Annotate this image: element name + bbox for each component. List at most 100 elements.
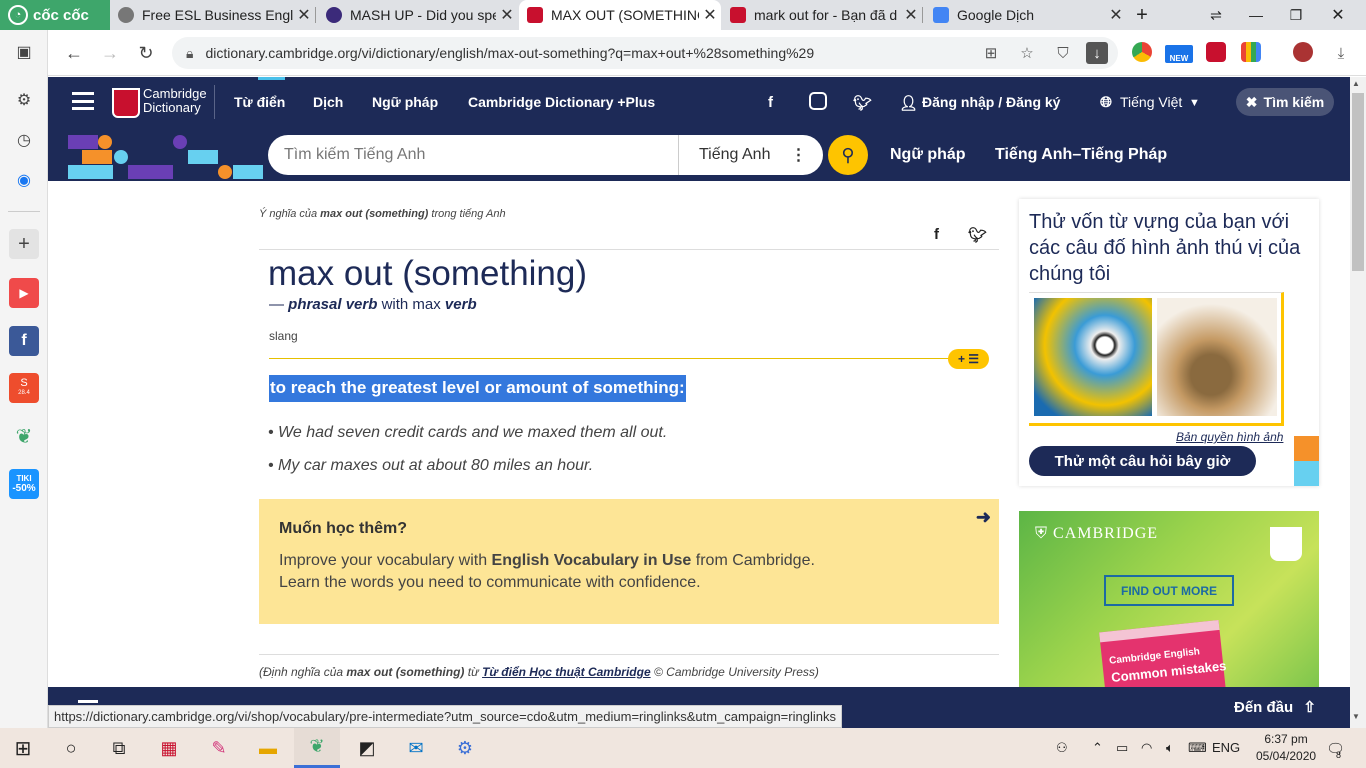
bookmark-star-icon[interactable]: ☆ [1012, 37, 1042, 69]
tab-1[interactable]: MASH UP - Did you spe ✕ [318, 0, 518, 30]
globe-icon [118, 7, 134, 23]
facebook-icon[interactable]: f [9, 326, 39, 356]
outlook-icon[interactable]: ✉ [393, 728, 439, 768]
tiki-icon[interactable]: TIKI -50% [9, 469, 39, 499]
back-to-top-link[interactable]: Đến đầu ⇧ [1234, 698, 1316, 716]
tab-2-active[interactable]: MAX OUT (SOMETHING ✕ [519, 0, 721, 30]
scroll-up-icon[interactable]: ▲ [1352, 79, 1360, 88]
close-tab-icon[interactable]: ✕ [900, 5, 922, 25]
tab-search-icon[interactable]: ⇌ [1196, 0, 1236, 30]
shield-icon[interactable]: ⛉ [1048, 37, 1078, 69]
vocabulary-in-use-link[interactable]: English Vocabulary in Use [492, 552, 692, 569]
keyboard-icon[interactable]: ⌨ [1188, 740, 1207, 756]
nav-plus[interactable]: Cambridge Dictionary +Plus [468, 94, 655, 110]
clock[interactable]: 6:37 pm 05/04/2020 [1256, 731, 1316, 765]
minimize-icon[interactable]: — [1236, 0, 1276, 30]
cambridge-favicon-icon [730, 7, 746, 23]
profile-avatar[interactable] [1293, 42, 1313, 62]
subnav-english-french[interactable]: Tiếng Anh–Tiếng Pháp [995, 146, 1167, 164]
decoration-block [233, 165, 263, 179]
new-badge-icon[interactable]: NEW [1165, 45, 1193, 63]
close-tab-icon[interactable]: ✕ [496, 5, 518, 25]
try-quiz-button[interactable]: Thử một câu hỏi bây giờ [1029, 446, 1256, 476]
forward-icon[interactable]: → [92, 30, 128, 76]
share-facebook-icon[interactable]: f [934, 226, 939, 243]
nav-translate[interactable]: Dịch [313, 94, 343, 110]
subnav-grammar[interactable]: Ngữ pháp [890, 146, 966, 164]
add-to-list-button[interactable]: + ☰ [948, 349, 989, 369]
coccoc-leaf-icon[interactable]: ❦ [9, 421, 39, 451]
paint-icon[interactable]: ✎ [196, 728, 242, 768]
twitter-icon[interactable]: 🐦︎ [853, 94, 872, 112]
login-link[interactable]: Đăng nhập / Đăng ký [922, 94, 1060, 110]
image-credits-link[interactable]: Bản quyền hình ảnh [1176, 430, 1283, 444]
messenger-icon[interactable]: ◉ [9, 165, 39, 195]
download-icon[interactable]: ↓ [1086, 42, 1108, 64]
tab-3[interactable]: mark out for - Bạn đã d ✕ [722, 0, 922, 30]
task-view-icon[interactable]: ⧉ [96, 728, 142, 768]
app-icon[interactable]: ▦ [146, 728, 192, 768]
status-bar-url: https://dictionary.cambridge.org/vi/shop… [48, 705, 842, 728]
add-shortcut-icon[interactable]: + [9, 229, 39, 259]
facebook-icon[interactable]: f [768, 94, 773, 111]
arrow-right-icon[interactable]: ➜ [976, 507, 991, 528]
close-tab-icon[interactable]: ✕ [293, 5, 315, 25]
scroll-down-icon[interactable]: ▼ [1352, 712, 1360, 721]
tray-chevron-icon[interactable]: ⌃ [1092, 740, 1103, 756]
new-tab-icon[interactable]: + [1122, 0, 1162, 30]
settings-gear-icon[interactable]: ⚙ [9, 85, 39, 115]
app-settings-icon[interactable]: ⚙ [442, 728, 488, 768]
wifi-icon[interactable]: ◠ [1141, 740, 1152, 756]
search-icon[interactable]: ⚲ [828, 135, 868, 175]
input-language[interactable]: ENG [1212, 740, 1240, 755]
translate-page-icon[interactable]: ⊞ [976, 37, 1006, 69]
close-window-icon[interactable]: ✕ [1318, 0, 1358, 30]
chevron-down-icon: ▼ [1189, 97, 1200, 109]
cambridge-shield-icon[interactable] [112, 88, 140, 118]
nav-grammar[interactable]: Ngữ pháp [372, 94, 438, 110]
search-language-select[interactable]: Tiếng Anh ⋮ [678, 135, 823, 175]
download-arrow-icon[interactable]: ⤓ [1326, 37, 1356, 69]
nav-dictionary[interactable]: Từ điển [234, 94, 285, 110]
shopee-icon[interactable]: S 28.4 [9, 373, 39, 403]
browser-brand[interactable]: ◔ cốc cốc [0, 0, 110, 30]
search-input[interactable]: Tìm kiếm Tiếng Anh Tiếng Anh ⋮ [268, 135, 823, 175]
youtube-icon[interactable]: ▶ [9, 278, 39, 308]
example-sentence: • We had seven credit cards and we maxed… [268, 424, 668, 441]
search-toggle-button[interactable]: ✖ Tìm kiếm [1236, 88, 1334, 116]
extension-red-icon[interactable] [1206, 42, 1226, 62]
hamburger-menu-icon[interactable] [72, 92, 94, 110]
share-twitter-icon[interactable]: 🐦︎ [968, 226, 987, 244]
windows-start-icon[interactable]: ⊞ [0, 728, 46, 768]
sidebar-toggle-icon[interactable]: ▣ [9, 37, 39, 67]
coccoc-taskbar-icon[interactable]: ❦ [294, 728, 340, 768]
people-icon[interactable]: ⚇ [1056, 740, 1068, 756]
back-icon[interactable]: ← [56, 30, 92, 76]
reload-icon[interactable]: ↻ [128, 30, 164, 76]
tab-4[interactable]: Google Dịch ✕ [925, 0, 1127, 30]
volume-icon[interactable]: 🔈︎ [1166, 740, 1174, 756]
advertisement[interactable]: ⛨ CAMBRIDGE FIND OUT MORE Cambridge Engl… [1019, 511, 1319, 687]
learn-more-box[interactable]: Muốn học thêm? Improve your vocabulary w… [259, 499, 999, 624]
language-selector[interactable]: Tiếng Việt [1120, 94, 1182, 110]
source-dictionary-link[interactable]: Từ điển Học thuật Cambridge [482, 665, 651, 679]
sticky-notes-icon[interactable]: ◩ [344, 728, 390, 768]
search-circle-icon[interactable]: ○ [48, 728, 94, 768]
instagram-icon[interactable] [809, 92, 827, 110]
snail-image[interactable] [1157, 298, 1277, 416]
headword: max out (something) [268, 254, 588, 293]
history-icon[interactable]: ◷ [9, 125, 39, 155]
scrollbar-thumb[interactable] [1352, 93, 1364, 271]
site-logo[interactable]: Cambridge Dictionary [143, 87, 207, 115]
parrot-image[interactable] [1034, 298, 1152, 416]
battery-icon[interactable]: ▭ [1116, 740, 1128, 756]
tab-0[interactable]: Free ESL Business Englis ✕ [110, 0, 315, 30]
contents-menu-icon[interactable] [78, 700, 98, 703]
find-out-more-button[interactable]: FIND OUT MORE [1104, 575, 1234, 606]
restore-icon[interactable]: ❐ [1276, 0, 1316, 30]
close-tab-icon[interactable]: ✕ [699, 5, 721, 25]
extension-grid-icon[interactable] [1241, 42, 1261, 62]
extension-chrome-icon[interactable] [1132, 42, 1152, 62]
notification-count: 8 [1336, 750, 1342, 760]
file-explorer-icon[interactable]: ▬ [245, 728, 291, 768]
